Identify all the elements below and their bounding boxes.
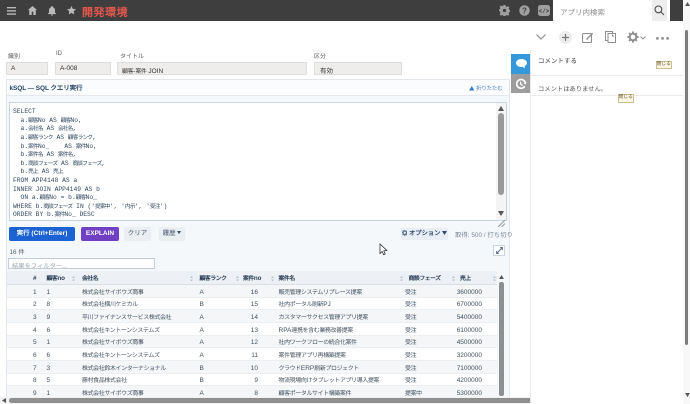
- svg-text:</>: </>: [539, 8, 550, 15]
- svg-text:?: ?: [522, 6, 527, 15]
